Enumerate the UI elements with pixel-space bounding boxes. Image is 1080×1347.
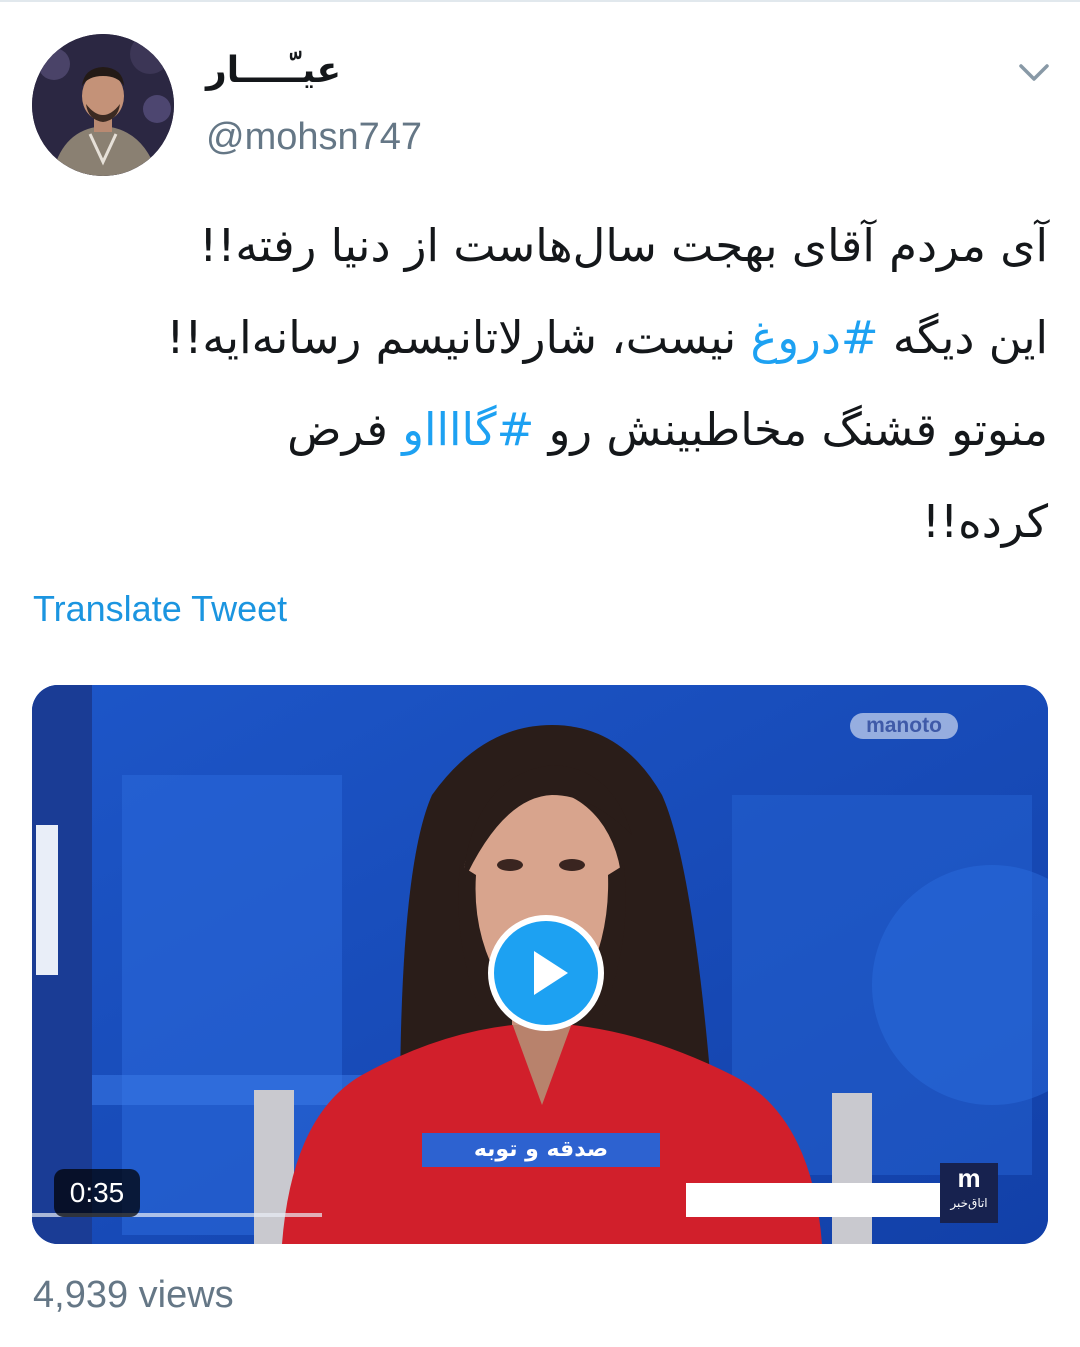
top-divider bbox=[0, 0, 1080, 2]
tweet-line: منوتو قشنگ مخاطبینش رو #گااااو فرض bbox=[34, 384, 1048, 476]
channel-logo: m اتاق‌خبر bbox=[940, 1163, 998, 1223]
tweet-text-segment: آی مردم آقای بهجت سال‌هاست از دنیا رفته!… bbox=[199, 219, 1048, 272]
tweet-text: آی مردم آقای بهجت سال‌هاست از دنیا رفته!… bbox=[34, 200, 1048, 568]
tweet-line: آی مردم آقای بهجت سال‌هاست از دنیا رفته!… bbox=[34, 200, 1048, 292]
channel-logo-text: اتاق‌خبر bbox=[950, 1196, 988, 1210]
display-name[interactable]: عیـّــــار bbox=[206, 50, 341, 91]
tweet-text-segment: منوتو قشنگ مخاطبینش رو bbox=[534, 403, 1048, 456]
tweet-text-segment: نیست، شارلاتانیسم رسانه‌ایه!! bbox=[166, 311, 751, 364]
brand-watermark: manoto bbox=[850, 713, 958, 739]
user-handle[interactable]: @mohsn747 bbox=[206, 116, 422, 159]
lower-third-caption: صدقه و توبه bbox=[422, 1133, 660, 1167]
ticker-bar bbox=[686, 1183, 940, 1217]
avatar-image bbox=[32, 34, 174, 176]
channel-logo-letter: m bbox=[957, 1163, 981, 1193]
tweet-text-segment: این دیگه bbox=[878, 311, 1048, 364]
avatar[interactable] bbox=[32, 34, 174, 176]
tweet-text-segment: فرض bbox=[287, 403, 403, 456]
video-player[interactable]: manoto صدقه و توبه m اتاق‌خبر 0:35 bbox=[32, 685, 1048, 1244]
tweet-line: این دیگه #دروغ نیست، شارلاتانیسم رسانه‌ا… bbox=[34, 292, 1048, 384]
hashtag-link[interactable]: #گااااو bbox=[402, 403, 534, 456]
video-duration: 0:35 bbox=[54, 1169, 140, 1217]
play-icon[interactable] bbox=[488, 915, 604, 1031]
view-count: 4,939 views bbox=[33, 1274, 234, 1316]
tweet-line: کرده!! bbox=[34, 476, 1048, 568]
hashtag-link[interactable]: #دروغ bbox=[751, 311, 879, 364]
tweet-text-segment: کرده!! bbox=[922, 495, 1048, 548]
chevron-down-icon[interactable] bbox=[1016, 58, 1052, 86]
translate-tweet-link[interactable]: Translate Tweet bbox=[33, 588, 287, 630]
